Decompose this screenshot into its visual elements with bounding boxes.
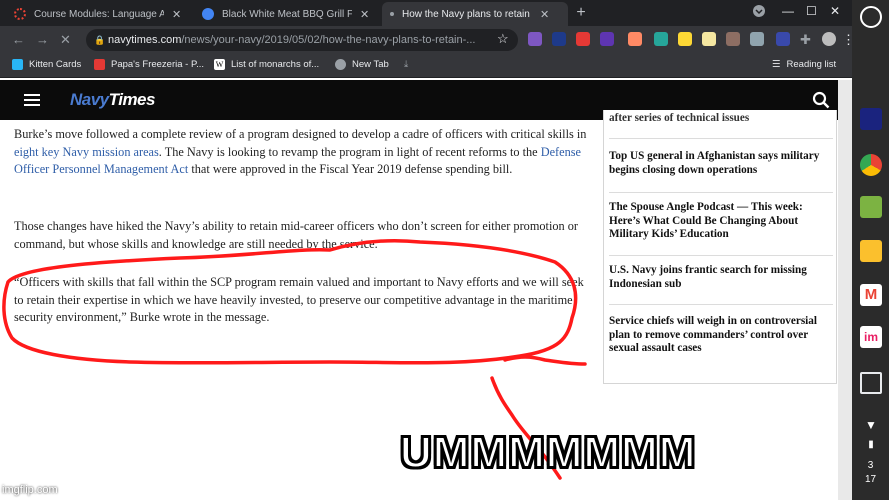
- bookmark-label: List of monarchs of...: [231, 59, 320, 70]
- divider: [609, 138, 833, 139]
- stop-loading-icon[interactable]: ✕: [60, 32, 71, 48]
- forward-icon[interactable]: →: [36, 32, 49, 47]
- extension-icon[interactable]: [528, 32, 542, 46]
- search-icon[interactable]: [812, 91, 830, 109]
- tab-bbq-grill[interactable]: Black White Meat BBQ Grill Food ✕: [194, 2, 382, 26]
- extension-icon[interactable]: [678, 32, 692, 46]
- related-stories-sidebar: after series of technical issues Top US …: [603, 110, 837, 384]
- extension-icon[interactable]: [576, 32, 590, 46]
- extension-icon[interactable]: [726, 32, 740, 46]
- related-story-link[interactable]: Service chiefs will weigh in on controve…: [609, 315, 833, 356]
- related-story-link[interactable]: U.S. Navy joins frantic search for missi…: [609, 264, 833, 291]
- meme-caption: UMMMMMMM: [399, 427, 697, 478]
- url-path: /news/your-navy/2019/05/02/how-the-navy-…: [181, 34, 476, 46]
- mission-areas-link[interactable]: eight key Navy mission areas: [14, 145, 159, 159]
- globe-icon: [335, 59, 346, 70]
- divider: [609, 192, 833, 193]
- bookmark-list-of-monarchs[interactable]: W List of monarchs of...: [214, 59, 319, 70]
- lock-icon: 🔒: [94, 35, 106, 45]
- loading-dot-icon: [390, 12, 394, 16]
- article-paragraph: Those changes have hiked the Navy’s abil…: [14, 219, 578, 251]
- extension-icon[interactable]: [776, 32, 790, 46]
- extension-icon[interactable]: [628, 32, 642, 46]
- bookmarks-bar: Kitten Cards Papa's Freezeria - P... W L…: [0, 54, 852, 78]
- tab-search-icon[interactable]: [752, 4, 766, 21]
- paragraph-text: . The Navy is looking to revamp the prog…: [158, 144, 541, 159]
- navy-times-app-icon[interactable]: [860, 108, 882, 130]
- bookmark-papas-freezeria[interactable]: Papa's Freezeria - P...: [94, 59, 204, 70]
- canva-favicon-icon: [202, 8, 214, 20]
- bookmark-new-tab[interactable]: New Tab: [335, 59, 389, 70]
- battery-icon[interactable]: ▮: [860, 434, 882, 456]
- bookmark-label: Kitten Cards: [29, 59, 82, 70]
- tab-course-modules[interactable]: Course Modules: Language Arts ✕: [6, 2, 194, 26]
- gmail-icon[interactable]: M: [860, 284, 882, 306]
- files-app-icon[interactable]: [860, 196, 882, 218]
- page-scroll-gutter: [838, 80, 852, 500]
- clock-hour[interactable]: 3: [852, 460, 889, 472]
- divider: [609, 304, 833, 305]
- tab-title: Course Modules: Language Arts: [34, 8, 164, 20]
- extension-c-icon[interactable]: [552, 32, 566, 46]
- chrome-icon[interactable]: [860, 154, 882, 176]
- close-tab-icon[interactable]: ✕: [540, 8, 549, 21]
- bookmark-label: Papa's Freezeria - P...: [111, 59, 204, 70]
- wifi-icon[interactable]: ▼: [860, 414, 882, 436]
- navy-times-logo[interactable]: NavyTimes: [70, 90, 155, 110]
- tab-title: Black White Meat BBQ Grill Food: [222, 8, 352, 20]
- close-tab-icon[interactable]: ✕: [172, 8, 181, 21]
- paragraph-text: Burke’s move followed a complete review …: [14, 127, 587, 141]
- divider: [609, 255, 833, 256]
- new-tab-button[interactable]: +: [572, 4, 590, 22]
- canvas-favicon-icon: [14, 8, 26, 20]
- tab-strip: Course Modules: Language Arts ✕ Black Wh…: [0, 0, 852, 26]
- extension-icon[interactable]: [702, 32, 716, 46]
- url-host: navytimes.com: [108, 34, 182, 46]
- im-app-icon[interactable]: im: [860, 326, 882, 348]
- hamburger-menu-icon[interactable]: [24, 94, 40, 106]
- back-icon[interactable]: ←: [12, 32, 25, 47]
- clock-minute[interactable]: 17: [852, 474, 889, 486]
- reading-list-icon: ☰: [772, 59, 781, 70]
- logo-navy-text: Navy: [70, 90, 109, 109]
- minimize-icon[interactable]: —: [782, 4, 794, 18]
- bookmark-star-icon[interactable]: ☆: [497, 31, 509, 47]
- extension-icon[interactable]: [600, 32, 614, 46]
- wikipedia-icon: W: [214, 59, 225, 70]
- bookmark-kitten-cards[interactable]: Kitten Cards: [12, 59, 81, 70]
- address-bar[interactable]: 🔒 navytimes.com/news/your-navy/2019/05/0…: [86, 29, 518, 51]
- paragraph-text: that were approved in the Fiscal Year 20…: [188, 162, 513, 176]
- close-tab-icon[interactable]: ✕: [360, 8, 369, 21]
- tab-navy-article[interactable]: How the Navy plans to retain officers ✕: [382, 2, 568, 26]
- logo-times-text: Times: [108, 90, 156, 109]
- browser-toolbar: ← → ✕ 🔒 navytimes.com/news/your-navy/201…: [0, 26, 855, 54]
- reading-list-button[interactable]: ☰ Reading list: [772, 59, 836, 70]
- profile-avatar[interactable]: [822, 32, 836, 46]
- os-shelf: M im ▼ ▮ 3 17: [852, 0, 889, 500]
- reading-list-label: Reading list: [786, 59, 837, 70]
- article-paragraph: Burke’s move followed a complete review …: [14, 126, 589, 179]
- kitten-cards-icon: [12, 59, 23, 70]
- screen-capture-icon[interactable]: [860, 372, 882, 394]
- related-story-link[interactable]: The Spouse Angle Podcast — This week: He…: [609, 201, 833, 242]
- papas-freezeria-icon: [94, 59, 105, 70]
- launcher-icon[interactable]: [860, 6, 882, 28]
- download-icon[interactable]: ⤓: [404, 59, 408, 70]
- extensions-puzzle-icon[interactable]: ✚: [800, 32, 811, 48]
- tab-title: How the Navy plans to retain officers: [402, 8, 532, 20]
- bookmark-label: New Tab: [352, 59, 389, 70]
- imgflip-watermark: imgflip.com: [2, 484, 58, 496]
- extension-icon[interactable]: [750, 32, 764, 46]
- keep-app-icon[interactable]: [860, 240, 882, 262]
- close-window-icon[interactable]: ✕: [830, 4, 840, 18]
- maximize-icon[interactable]: ☐: [806, 4, 817, 18]
- article-quote-paragraph: “Officers with skills that fall within t…: [14, 275, 584, 324]
- extension-icon[interactable]: [654, 32, 668, 46]
- related-story-link[interactable]: Top US general in Afghanistan says milit…: [609, 150, 833, 177]
- related-story-link[interactable]: after series of technical issues: [609, 112, 833, 126]
